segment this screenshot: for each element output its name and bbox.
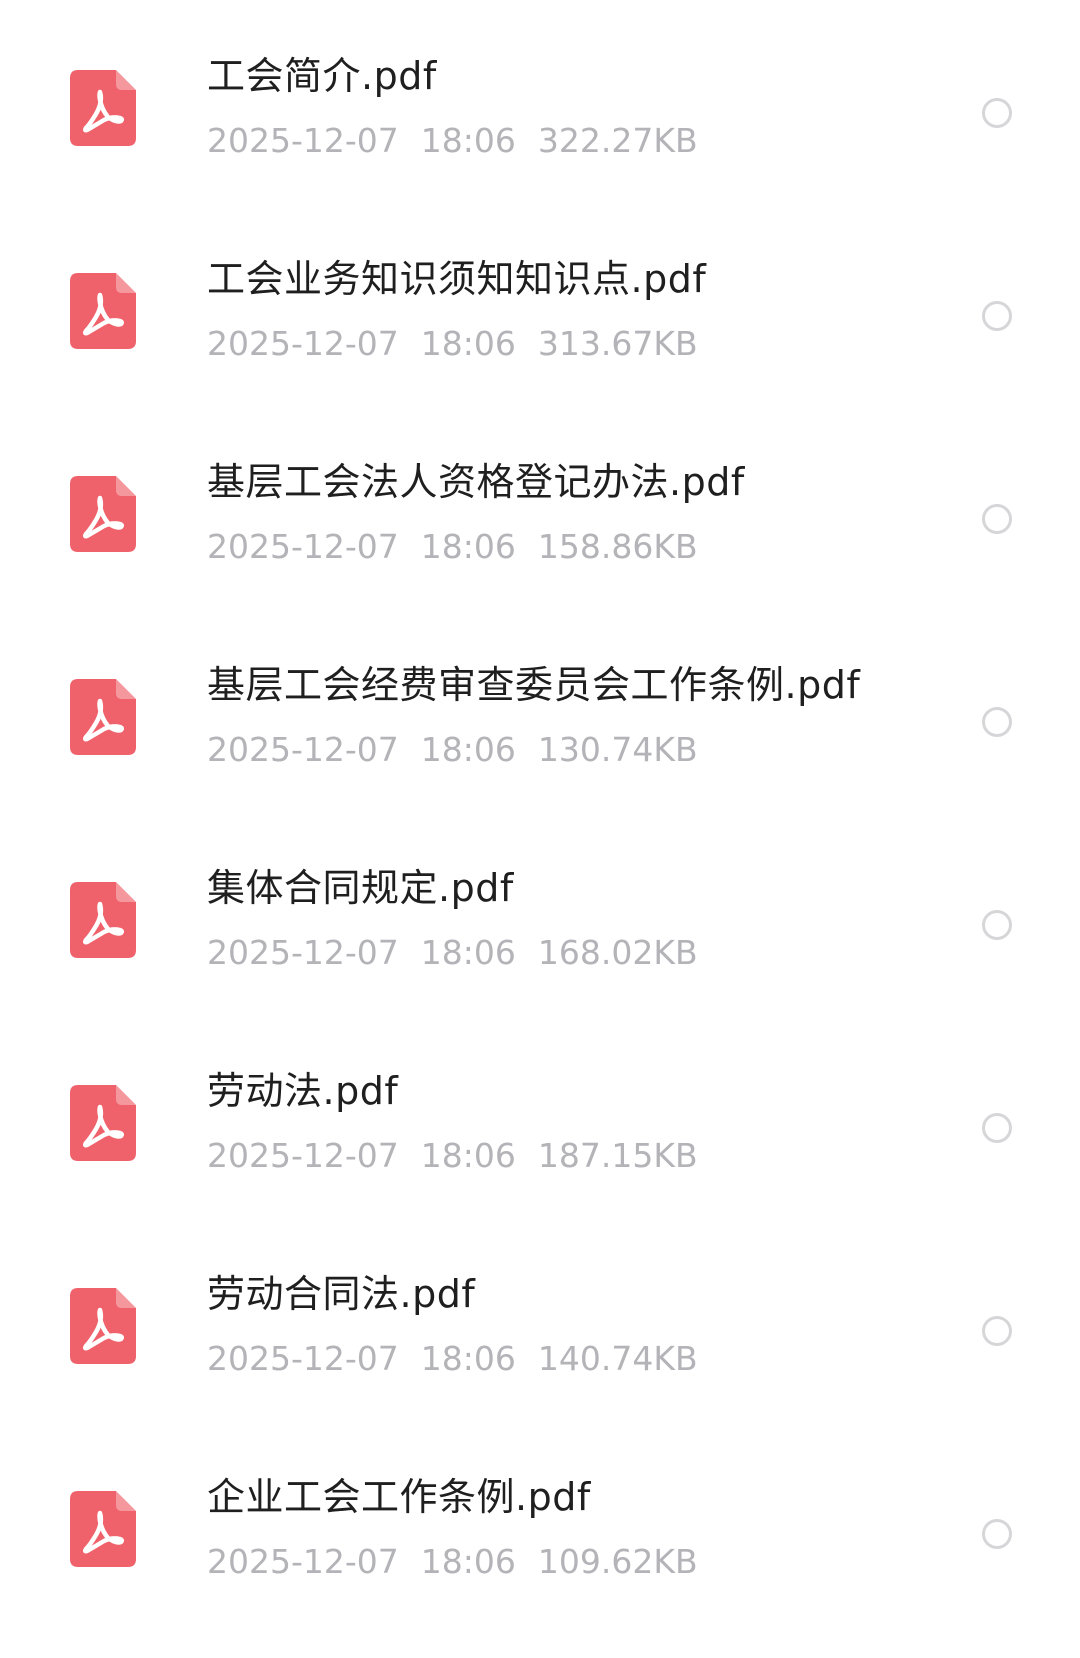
file-list-item[interactable]: 集体合同规定.pdf 2025-12-07 18:06 168.02KB — [0, 818, 1080, 1021]
file-name: 劳动法.pdf — [207, 1069, 399, 1113]
file-date: 2025-12-07 — [207, 1339, 399, 1378]
file-date: 2025-12-07 — [207, 324, 399, 363]
radio-unchecked-icon[interactable] — [982, 1519, 1012, 1549]
file-meta: 2025-12-07 18:06 158.86KB — [207, 527, 698, 567]
file-date: 2025-12-07 — [207, 1136, 399, 1175]
pdf-file-icon — [70, 679, 136, 755]
file-meta: 2025-12-07 18:06 187.15KB — [207, 1136, 698, 1176]
file-list-item[interactable]: 基层工会经费审查委员会工作条例.pdf 2025-12-07 18:06 130… — [0, 615, 1080, 818]
file-list-item[interactable]: 企业工会工作条例.pdf 2025-12-07 18:06 109.62KB — [0, 1427, 1080, 1630]
file-size: 168.02KB — [537, 933, 698, 972]
file-list-item[interactable]: 劳动法.pdf 2025-12-07 18:06 187.15KB — [0, 1021, 1080, 1224]
file-time: 18:06 — [420, 730, 516, 769]
file-meta: 2025-12-07 18:06 130.74KB — [207, 730, 698, 770]
radio-unchecked-icon[interactable] — [982, 301, 1012, 331]
file-name: 劳动合同法.pdf — [207, 1272, 476, 1316]
radio-unchecked-icon[interactable] — [982, 98, 1012, 128]
pdf-file-icon — [70, 70, 136, 146]
file-time: 18:06 — [420, 527, 516, 566]
file-name: 基层工会经费审查委员会工作条例.pdf — [207, 663, 861, 707]
file-size: 130.74KB — [537, 730, 698, 769]
radio-unchecked-icon[interactable] — [982, 1316, 1012, 1346]
file-name: 基层工会法人资格登记办法.pdf — [207, 460, 745, 504]
pdf-file-icon — [70, 273, 136, 349]
file-date: 2025-12-07 — [207, 527, 399, 566]
file-date: 2025-12-07 — [207, 730, 399, 769]
file-meta: 2025-12-07 18:06 109.62KB — [207, 1542, 698, 1582]
pdf-file-icon — [70, 882, 136, 958]
file-time: 18:06 — [420, 933, 516, 972]
file-name: 企业工会工作条例.pdf — [207, 1475, 591, 1519]
radio-unchecked-icon[interactable] — [982, 707, 1012, 737]
file-time: 18:06 — [420, 324, 516, 363]
pdf-file-icon — [70, 476, 136, 552]
file-list-item[interactable]: 基层工会法人资格登记办法.pdf 2025-12-07 18:06 158.86… — [0, 412, 1080, 615]
file-meta: 2025-12-07 18:06 313.67KB — [207, 324, 698, 364]
file-time: 18:06 — [420, 1339, 516, 1378]
pdf-file-icon — [70, 1085, 136, 1161]
file-size: 322.27KB — [537, 121, 698, 160]
file-time: 18:06 — [420, 1542, 516, 1581]
file-size: 109.62KB — [537, 1542, 698, 1581]
file-time: 18:06 — [420, 121, 516, 160]
file-date: 2025-12-07 — [207, 121, 399, 160]
file-name: 工会简介.pdf — [207, 54, 437, 98]
file-list-item[interactable]: 工会简介.pdf 2025-12-07 18:06 322.27KB — [0, 6, 1080, 209]
file-date: 2025-12-07 — [207, 1542, 399, 1581]
file-list: 工会简介.pdf 2025-12-07 18:06 322.27KB 工会业务知… — [0, 6, 1080, 1630]
file-meta: 2025-12-07 18:06 168.02KB — [207, 933, 698, 973]
pdf-file-icon — [70, 1288, 136, 1364]
file-list-item[interactable]: 工会业务知识须知知识点.pdf 2025-12-07 18:06 313.67K… — [0, 209, 1080, 412]
radio-unchecked-icon[interactable] — [982, 910, 1012, 940]
pdf-file-icon — [70, 1491, 136, 1567]
file-date: 2025-12-07 — [207, 933, 399, 972]
file-list-item[interactable]: 劳动合同法.pdf 2025-12-07 18:06 140.74KB — [0, 1224, 1080, 1427]
file-size: 313.67KB — [537, 324, 698, 363]
file-meta: 2025-12-07 18:06 140.74KB — [207, 1339, 698, 1379]
file-size: 187.15KB — [537, 1136, 698, 1175]
file-picker-page: 工会简介.pdf 2025-12-07 18:06 322.27KB 工会业务知… — [0, 0, 1080, 1658]
file-time: 18:06 — [420, 1136, 516, 1175]
radio-unchecked-icon[interactable] — [982, 1113, 1012, 1143]
radio-unchecked-icon[interactable] — [982, 504, 1012, 534]
file-size: 158.86KB — [537, 527, 698, 566]
file-name: 集体合同规定.pdf — [207, 866, 514, 910]
file-meta: 2025-12-07 18:06 322.27KB — [207, 121, 698, 161]
file-size: 140.74KB — [537, 1339, 698, 1378]
file-name: 工会业务知识须知知识点.pdf — [207, 257, 707, 301]
